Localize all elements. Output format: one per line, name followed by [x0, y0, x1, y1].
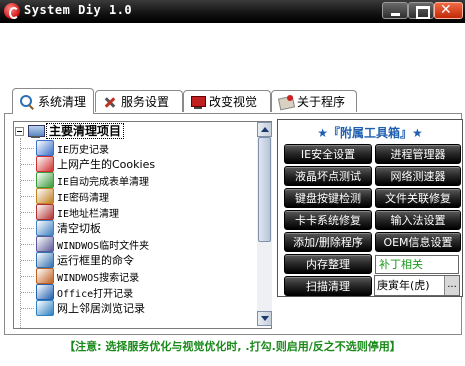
tree-item-label: WINDWOS临时文件夹 — [57, 240, 150, 252]
tab-label: 系统清理 — [38, 95, 87, 109]
tree-item[interactable]: IE密码清理 — [20, 188, 110, 204]
search-record-icon — [36, 268, 54, 284]
network-speed-button[interactable]: 网络测速器 — [375, 166, 461, 186]
process-manager-button[interactable]: 进程管理器 — [375, 144, 461, 164]
clipboard-icon — [36, 220, 54, 236]
lcd-test-button[interactable]: 液晶坏点测试 — [284, 166, 372, 186]
tree-item-label: IE自动完成表单清理 — [57, 176, 150, 188]
tree-item-label: IE历史记录 — [57, 144, 110, 156]
tab-service-settings[interactable]: 服务设置 — [95, 90, 183, 112]
minimize-button[interactable] — [382, 2, 408, 19]
input-method-button[interactable]: 输入法设置 — [375, 210, 461, 230]
tree-item[interactable]: Office打开记录 — [20, 284, 134, 300]
address-icon — [36, 204, 54, 220]
tree-item[interactable]: WINDWOS临时文件夹 — [20, 236, 150, 252]
tab-system-cleanup[interactable]: 系统清理 — [12, 88, 94, 114]
tree-item[interactable]: IE地址栏清理 — [20, 204, 120, 220]
maximize-icon — [416, 6, 430, 19]
tree-item-label: 上网产生的Cookies — [57, 158, 156, 171]
tab-label: 服务设置 — [121, 95, 170, 109]
computer-icon — [28, 124, 45, 138]
tree-root-label: 主要清理项目 — [46, 123, 125, 139]
search-icon — [19, 94, 35, 110]
file-association-button[interactable]: 文件关联修复 — [375, 188, 461, 208]
tab-label: 改变视觉 — [209, 95, 258, 109]
add-remove-programs-button[interactable]: 添加/删除程序 — [284, 232, 372, 252]
tree-item-label: Office打开记录 — [57, 288, 134, 300]
ie-security-button[interactable]: IE安全设置 — [284, 144, 372, 164]
tree-item[interactable]: 清空切板 — [21, 220, 101, 236]
cookies-icon — [36, 156, 54, 172]
tools-icon — [102, 94, 118, 110]
tree-item-label: 运行框里的命令 — [57, 254, 134, 267]
tree-item-label: 清空切板 — [57, 222, 101, 235]
tree-scrollbar[interactable] — [257, 121, 272, 329]
tree-item[interactable]: 上网产生的Cookies — [20, 156, 156, 172]
tree-item-label: IE地址栏清理 — [57, 208, 120, 220]
app-logo-icon — [4, 3, 20, 19]
status-note: 【注意: 选择服务优化与视觉优化时, .打勾.则启用/反之不选则停用】 — [64, 340, 401, 353]
scroll-up-button[interactable] — [257, 122, 272, 137]
password-icon — [36, 188, 54, 204]
title-bar: System Diy 1.0 ✕ — [0, 0, 465, 23]
tree-item[interactable]: WINDWOS搜索记录 — [20, 268, 140, 284]
date-picker-button[interactable]: ... — [444, 276, 459, 295]
monitor-icon — [190, 94, 206, 110]
form-icon — [36, 172, 54, 188]
collapse-icon[interactable] — [15, 126, 24, 136]
patch-field[interactable]: 补丁相关 — [375, 255, 459, 274]
maximize-button[interactable] — [408, 2, 434, 19]
tree-root[interactable]: 主要清理项目 — [15, 123, 125, 139]
tools-box: ★『附属工具箱』★ IE安全设置 进程管理器 液晶坏点测试 网络测速器 键盘按键… — [277, 119, 463, 297]
minimize-icon — [391, 13, 400, 16]
system-repair-button[interactable]: 卡卡系统修复 — [284, 210, 372, 230]
scan-clean-button[interactable]: 扫描清理 — [284, 276, 372, 296]
tools-title: ★『附属工具箱』★ — [317, 126, 423, 140]
tab-label: 关于程序 — [297, 95, 346, 109]
scroll-down-button[interactable] — [257, 311, 272, 326]
cleanup-tree[interactable]: 主要清理项目 IE历史记录上网产生的Cookies IE自动完成表单清理 IE密码清… — [13, 121, 272, 329]
window-title: System Diy 1.0 — [24, 3, 133, 17]
close-icon: ✕ — [440, 2, 452, 18]
date-combo[interactable]: 庚寅年(虎) ... — [374, 275, 460, 296]
scrollbar-thumb[interactable] — [258, 137, 271, 242]
office-icon — [36, 284, 54, 300]
close-button[interactable]: ✕ — [434, 2, 463, 19]
tree-item[interactable]: 网上邻居浏览记录 — [21, 300, 145, 316]
keyboard-test-button[interactable]: 键盘按键检测 — [284, 188, 372, 208]
tab-change-visual[interactable]: 改变视觉 — [183, 90, 271, 112]
tree-item-label: IE密码清理 — [57, 192, 110, 204]
tree-item-label: WINDWOS搜索记录 — [57, 272, 140, 284]
oem-info-button[interactable]: OEM信息设置 — [375, 232, 461, 252]
run-icon — [36, 252, 54, 268]
network-icon — [36, 300, 54, 316]
date-value: 庚寅年(虎) — [377, 279, 430, 292]
temp-folder-icon — [36, 236, 54, 252]
tree-item[interactable]: 运行框里的命令 — [21, 252, 134, 268]
tree-item[interactable]: IE历史记录 — [20, 140, 110, 156]
tab-about[interactable]: 关于程序 — [271, 90, 357, 112]
info-icon — [278, 94, 294, 110]
history-icon — [36, 140, 54, 156]
tree-item-label: 网上邻居浏览记录 — [57, 302, 145, 315]
tree-item[interactable]: IE自动完成表单清理 — [20, 172, 150, 188]
memory-cleanup-button[interactable]: 内存整理 — [284, 254, 372, 274]
